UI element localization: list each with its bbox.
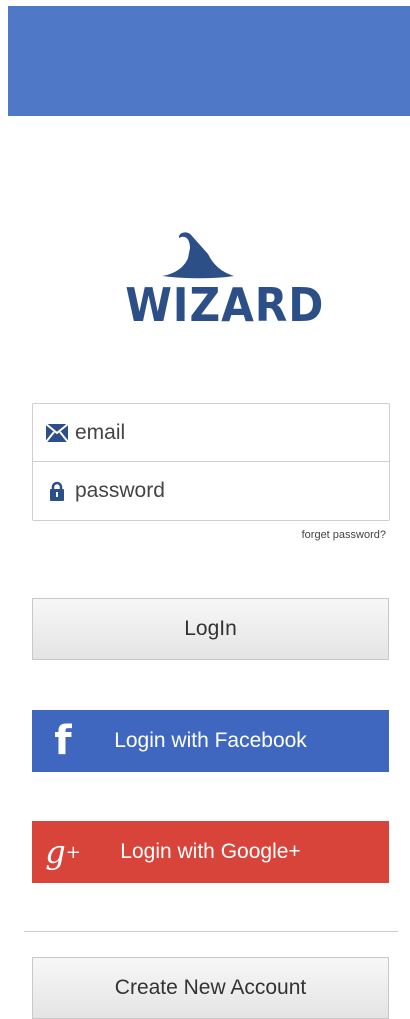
login-button-label: LogIn bbox=[184, 617, 237, 640]
facebook-button-label: Login with Facebook bbox=[114, 729, 307, 752]
facebook-icon: f bbox=[54, 718, 72, 764]
email-field-row bbox=[33, 404, 389, 461]
password-field-row bbox=[33, 461, 389, 519]
wizard-logo: WIZARD bbox=[118, 228, 325, 338]
facebook-login-button[interactable]: f Login with Facebook bbox=[32, 710, 389, 772]
brand-name: WIZARD bbox=[125, 278, 325, 332]
app-header bbox=[8, 6, 410, 116]
email-input[interactable] bbox=[73, 419, 357, 446]
login-button[interactable]: LogIn bbox=[32, 598, 389, 660]
login-form bbox=[32, 403, 390, 521]
envelope-icon bbox=[45, 421, 69, 445]
create-account-button[interactable]: Create New Account bbox=[32, 957, 389, 1019]
password-input[interactable] bbox=[73, 477, 357, 504]
divider bbox=[24, 931, 398, 932]
lock-icon bbox=[45, 479, 69, 503]
forgot-password-link[interactable]: forget password? bbox=[302, 529, 386, 541]
google-button-label: Login with Google+ bbox=[120, 840, 301, 863]
google-plus-icon: g + bbox=[45, 833, 81, 871]
create-account-label: Create New Account bbox=[114, 976, 307, 999]
google-login-button[interactable]: g + Login with Google+ bbox=[32, 821, 389, 883]
